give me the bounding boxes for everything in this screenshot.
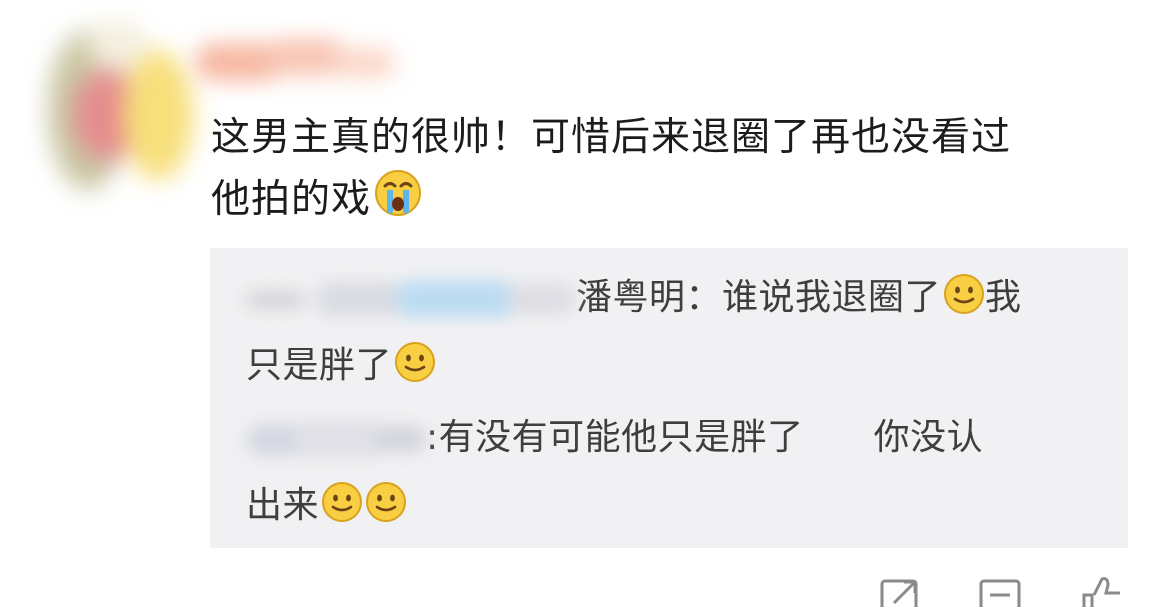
reply-colon: ： <box>685 277 723 318</box>
username[interactable] <box>195 28 400 88</box>
smile-icon <box>394 341 436 383</box>
comment-line-1: 这男主真的很帅！可惜后来退圈了再也没看过 <box>211 115 1012 160</box>
reply-item: 潘粤明：谁说我退圈了 我只是胖了 <box>246 264 1106 400</box>
share-icon[interactable] <box>878 575 922 607</box>
reply-text-line2: 出来 <box>246 485 320 526</box>
smile-icon <box>943 273 985 315</box>
reply-text-cont: 我 <box>985 277 1022 318</box>
comment-icon[interactable] <box>978 575 1022 607</box>
comment-body: 这男主真的很帅！可惜后来退圈了再也没看过 他拍的戏 <box>211 108 1141 230</box>
reply-colon: : <box>426 417 439 458</box>
reply-text-line2: 只是胖了 <box>246 345 393 386</box>
smile-icon <box>321 481 363 523</box>
comment-actions <box>870 575 1140 607</box>
comment-line-2-text: 他拍的戏 <box>211 177 372 222</box>
reply-author[interactable]: 潘粤明 <box>576 277 686 318</box>
reply-box[interactable]: 潘粤明：谁说我退圈了 我只是胖了 :有没有可能他只是胖了 你没认出来 <box>210 248 1128 548</box>
reply-user-blurred[interactable] <box>246 414 426 464</box>
reply-text-cont: 你没认 <box>873 417 984 458</box>
comment-screenshot: 这男主真的很帅！可惜后来退圈了再也没看过 他拍的戏 潘粤明：谁说我退圈了 我 只… <box>0 0 1169 607</box>
smile-icon <box>365 481 407 523</box>
reply-text: 有没有可能他只是胖了 <box>438 417 804 458</box>
crying-face-icon <box>373 168 423 218</box>
reply-text: 谁说我退圈了 <box>722 277 942 318</box>
reply-user-blurred[interactable] <box>246 274 576 324</box>
comment-line-2: 他拍的戏 <box>211 168 1141 230</box>
like-icon[interactable] <box>1078 575 1126 607</box>
avatar[interactable] <box>28 10 198 210</box>
reply-item: :有没有可能他只是胖了 你没认出来 <box>246 404 1106 540</box>
